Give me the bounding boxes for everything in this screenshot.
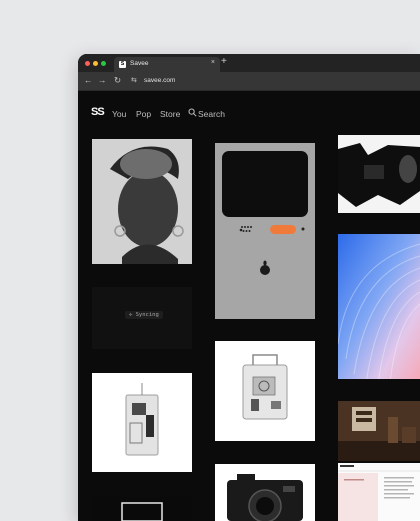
maximize-window-dot[interactable] [101, 61, 106, 66]
document-layout-tile[interactable] [338, 463, 420, 521]
sculpture-tile[interactable] [338, 135, 420, 213]
gradient-waves-image [338, 234, 420, 379]
retro-device-image [215, 143, 315, 319]
savee-favicon-icon: S [119, 61, 126, 68]
tab-title: Savee [130, 60, 149, 67]
minimize-window-dot[interactable] [93, 61, 98, 66]
nav-store[interactable]: Store [160, 109, 180, 119]
close-tab-icon[interactable]: × [211, 59, 215, 66]
gradient-waves-tile[interactable] [338, 234, 420, 379]
frame-image [121, 502, 163, 521]
savee-logo[interactable]: SS [91, 106, 105, 118]
interior-photo [338, 401, 420, 461]
transparent-radio-image [242, 354, 288, 420]
browser-window: S Savee × + ← → ↻ ⇆ savee.com SS You Pop… [78, 54, 420, 521]
site-settings-icon[interactable]: ⇆ [131, 76, 137, 84]
nav-you[interactable]: You [112, 109, 126, 119]
nav-search[interactable]: Search [198, 109, 225, 119]
camera-tile[interactable] [215, 464, 315, 521]
portrait-photo [92, 139, 192, 264]
transparent-device-tile[interactable] [92, 373, 192, 472]
close-window-dot[interactable] [85, 61, 90, 66]
transparent-device-image [125, 383, 159, 456]
reload-icon[interactable]: ↻ [114, 75, 121, 86]
portrait-photo-tile[interactable] [92, 139, 192, 264]
new-tab-icon[interactable]: + [221, 56, 227, 67]
browser-toolbar: ← → ↻ ⇆ savee.com [78, 72, 420, 91]
back-icon[interactable]: ← [84, 75, 93, 85]
address-bar[interactable]: savee.com [144, 77, 175, 84]
retro-device-tile[interactable] [215, 143, 315, 319]
savee-page: SS You Pop Store Search ✢ Syncing [78, 91, 420, 521]
interior-photo-tile[interactable] [338, 401, 420, 461]
transparent-radio-tile[interactable] [215, 341, 315, 441]
dark-frame-tile[interactable] [92, 497, 192, 521]
magnifier-icon[interactable] [188, 108, 197, 117]
tab-savee[interactable]: S Savee × [114, 57, 220, 72]
nav-pop[interactable]: Pop [136, 109, 151, 119]
syncing-badge: ✢ Syncing [125, 311, 163, 319]
document-layout-image [338, 463, 420, 521]
camera-image [227, 474, 303, 521]
forward-icon[interactable]: → [98, 75, 107, 85]
sculpture-image [338, 135, 420, 213]
tab-bar: S Savee × + [78, 54, 420, 72]
syncing-tile[interactable]: ✢ Syncing [92, 287, 192, 349]
